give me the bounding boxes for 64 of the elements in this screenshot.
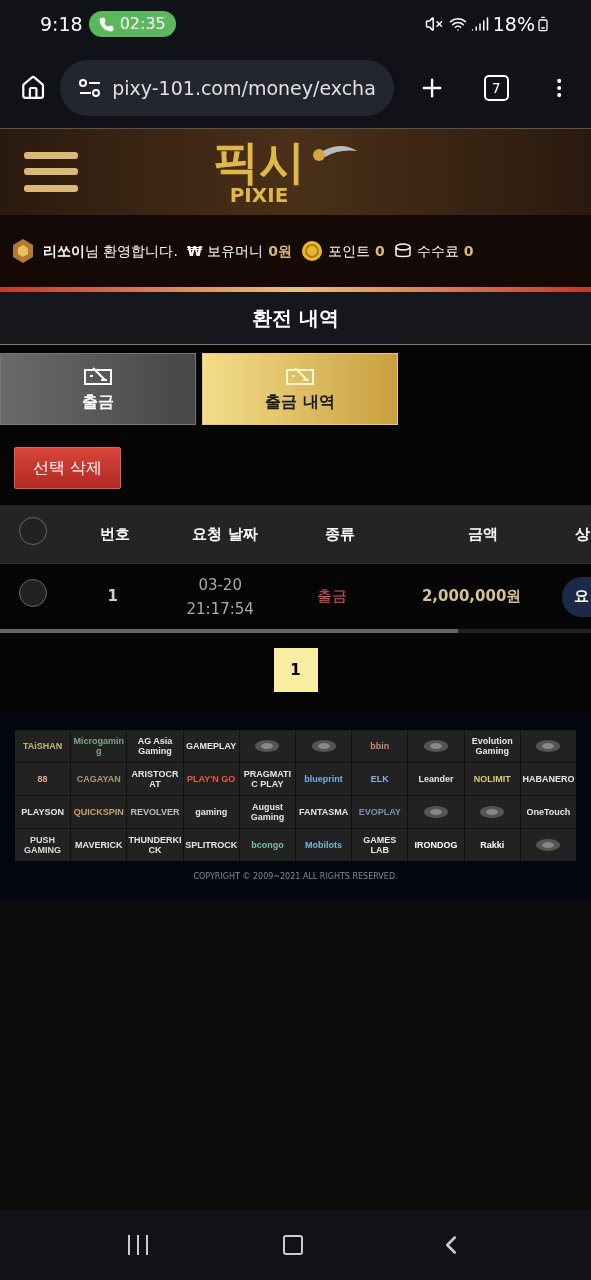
battery-level: 18% [492, 11, 535, 37]
radio-button[interactable] [19, 579, 47, 608]
coins-icon [393, 243, 412, 259]
request-date: 03-20 [198, 574, 242, 596]
money-value: 0원 [268, 241, 293, 261]
coin-icon [301, 240, 324, 262]
tab[interactable]: 출금 [0, 353, 196, 425]
provider-logo-icon [535, 838, 562, 852]
rank-badge-icon [12, 238, 34, 264]
points-label: 포인트 [328, 241, 371, 261]
logo-title: 픽시 [213, 139, 305, 185]
clock: 9:18 [40, 11, 83, 37]
mute-icon [424, 15, 443, 33]
address-bar[interactable]: pixy-101.com/money/excha [60, 60, 394, 116]
page-button[interactable]: 1 [273, 648, 318, 692]
scrollbar[interactable] [0, 629, 458, 633]
provider-logo-icon [535, 739, 562, 753]
phone-icon [98, 16, 114, 32]
site-settings-icon [78, 79, 103, 97]
type-text: 출금 [317, 587, 348, 606]
delete-selected-button[interactable]: 선택 삭제 [14, 447, 122, 489]
column-header: 금액 [467, 524, 498, 543]
tab-count[interactable]: 7 [483, 75, 509, 101]
cheque-icon [83, 364, 113, 386]
provider-logo-icon [479, 805, 506, 819]
column-header: 요청 날짜 [192, 524, 258, 543]
user-name: 리쏘이 [43, 241, 85, 261]
copyright-text: COPYRIGHT © 2009~2021 ALL RIGHTS RESERVED. [193, 871, 398, 883]
column-header: 번호 [100, 524, 130, 543]
provider-logo-icon [423, 805, 449, 819]
recent-apps-icon[interactable] [125, 1234, 150, 1256]
fee-label: 수수료 [416, 241, 459, 261]
radio-button[interactable] [19, 516, 47, 545]
table-cell: 1 [107, 587, 118, 606]
provider-logo[interactable]: bcongo [250, 840, 285, 850]
provider-logo[interactable]: bbin [369, 741, 391, 751]
provider-logo[interactable]: Rakki [479, 840, 506, 850]
points-value: 0 [375, 241, 385, 261]
battery-icon [535, 16, 551, 32]
tab[interactable]: 출금 내역 [202, 353, 398, 425]
amount-text: 2,000,000원 [421, 587, 522, 606]
url-text: pixy-101.com/money/excha [112, 75, 376, 101]
logo-subtitle: PIXIE [229, 185, 289, 205]
home-button-icon[interactable] [280, 1233, 305, 1257]
signal-icon [470, 15, 489, 33]
cheque-icon [285, 364, 315, 386]
request-time: 21:17:54 [186, 598, 254, 620]
page-title: 환전 내역 [252, 305, 339, 332]
greeting-text: 님 환영합니다. [85, 241, 178, 261]
status-badge: 요 [562, 576, 591, 617]
won-icon: ₩ [186, 240, 203, 262]
column-header: 상 [575, 524, 590, 543]
home-icon[interactable] [20, 74, 47, 102]
column-header: 종류 [325, 524, 355, 543]
provider-logo-icon [254, 739, 281, 753]
wifi-icon [448, 15, 467, 33]
provider-logo-icon [423, 739, 449, 753]
menu-icon[interactable] [24, 152, 78, 192]
provider-logo[interactable]: ELK [369, 774, 390, 784]
money-label: 보유머니 [207, 241, 264, 261]
fee-value: 0 [463, 241, 474, 261]
provider-logo-icon [310, 739, 337, 753]
provider-logo[interactable]: gaming [194, 807, 229, 817]
provider-logo[interactable]: 88 [36, 774, 49, 784]
